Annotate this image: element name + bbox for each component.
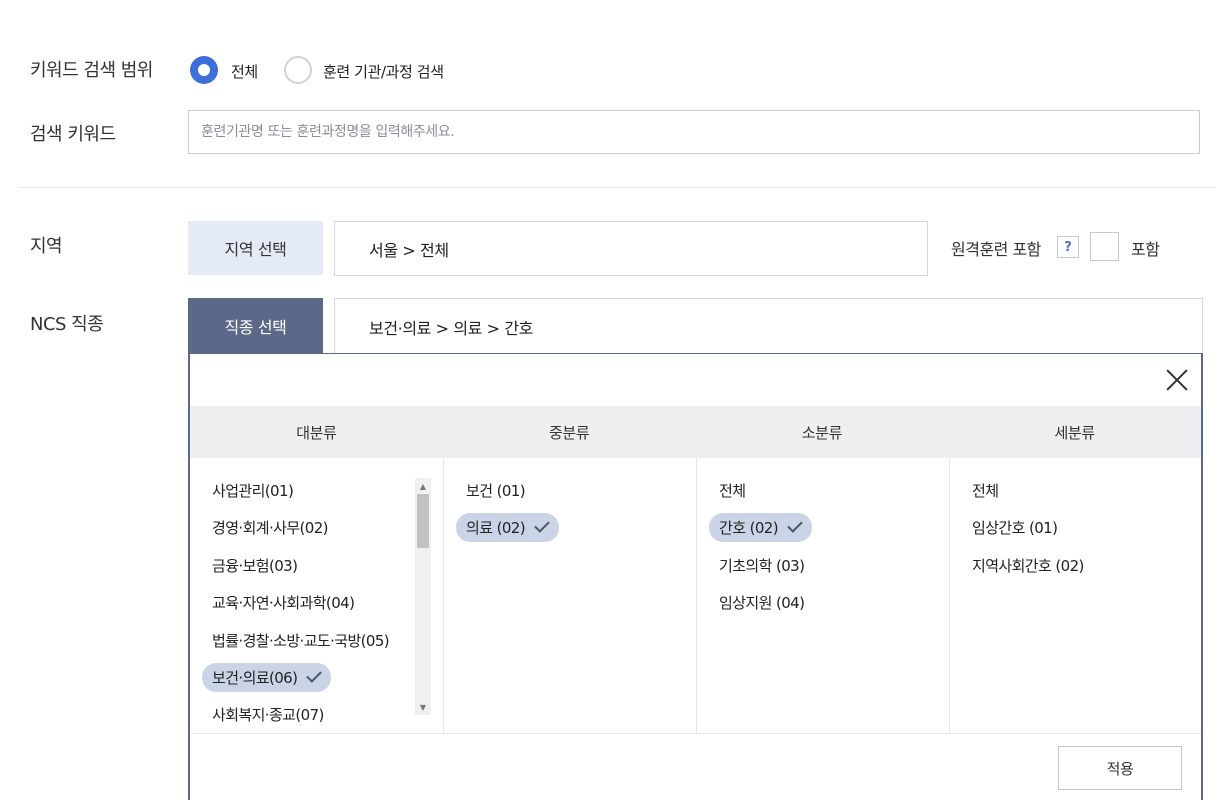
list-item[interactable]: 기초의학 (03) [719, 555, 805, 576]
ncs-label: NCS 직종 [30, 314, 104, 335]
help-icon[interactable]: ? [1057, 236, 1079, 258]
check-icon [787, 517, 803, 533]
detail-column: 전체 임상간호 (01) 지역사회간호 (02) [950, 458, 1201, 733]
region-label: 지역 [30, 236, 63, 257]
list-item[interactable]: 사회복지·종교(07) [212, 704, 324, 725]
middle-column: 보건 (01) 의료 (02) [444, 458, 697, 733]
minor-column: 전체 간호 (02) 기초의학 (03) 임상지원 (04) [697, 458, 950, 733]
remote-training-label: 원격훈련 포함 [951, 240, 1041, 259]
list-item[interactable]: 전체 [972, 480, 999, 501]
radio-institution-course-label[interactable]: 훈련 기관/과정 검색 [323, 61, 444, 82]
major-column: 사업관리(01) 경영·회계·사무(02) 금융·보험(03) 교육·자연·사회… [190, 458, 444, 733]
scrollbar[interactable]: ▲ ▼ [415, 478, 431, 715]
job-value: 보건·의료 > 의료 > 간호 [334, 298, 1203, 354]
list-item[interactable]: 보건 (01) [466, 480, 526, 501]
radio-all[interactable] [190, 56, 218, 84]
check-icon [534, 517, 550, 533]
list-item-selected[interactable]: 보건·의료(06) [202, 663, 332, 692]
list-item[interactable]: 법률·경찰·소방·교도·국방(05) [212, 630, 390, 651]
header-detail: 세분류 [1054, 423, 1096, 442]
list-item-selected[interactable]: 간호 (02) [709, 513, 812, 542]
keyword-label: 검색 키워드 [30, 124, 116, 145]
list-item[interactable]: 전체 [719, 480, 746, 501]
list-item[interactable]: 경영·회계·사무(02) [212, 517, 329, 538]
list-item-selected[interactable]: 의료 (02) [456, 513, 559, 542]
apply-button[interactable]: 적용 [1058, 746, 1182, 790]
list-item[interactable]: 금융·보험(03) [212, 555, 298, 576]
divider [18, 187, 1216, 188]
column-headers: 대분류 중분류 소분류 세분류 [190, 406, 1201, 458]
list-item[interactable]: 지역사회간호 (02) [972, 555, 1084, 576]
ncs-selector-panel: 대분류 중분류 소분류 세분류 사업관리(01) 경영·회계·사무(02) 금융… [188, 353, 1203, 800]
panel-footer: 적용 [190, 733, 1201, 800]
list-item[interactable]: 임상간호 (01) [972, 517, 1058, 538]
header-major: 대분류 [296, 423, 337, 442]
list-item-label: 보건·의료(06) [212, 669, 298, 687]
include-remote-checkbox[interactable] [1090, 232, 1119, 261]
radio-institution-course[interactable] [284, 56, 312, 84]
list-item-label: 간호 (02) [719, 519, 779, 537]
close-icon[interactable] [1162, 365, 1192, 395]
include-label: 포함 [1131, 240, 1160, 259]
list-item[interactable]: 교육·자연·사회과학(04) [212, 592, 355, 613]
list-item[interactable]: 사업관리(01) [212, 480, 294, 501]
check-icon [306, 667, 323, 683]
scroll-up-icon[interactable]: ▲ [415, 478, 431, 494]
scroll-down-icon[interactable]: ▼ [415, 699, 431, 715]
header-minor: 소분류 [801, 423, 843, 442]
region-value: 서울 > 전체 [334, 221, 928, 276]
region-select-button[interactable]: 지역 선택 [188, 221, 323, 275]
list-item[interactable]: 임상지원 (04) [719, 592, 805, 613]
radio-all-label[interactable]: 전체 [231, 61, 258, 82]
keyword-input[interactable] [188, 110, 1200, 154]
job-select-button[interactable]: 직종 선택 [188, 298, 323, 354]
list-item-label: 의료 (02) [466, 519, 526, 537]
scroll-thumb[interactable] [417, 494, 429, 548]
keyword-scope-label: 키워드 검색 범위 [30, 60, 153, 81]
header-middle: 중분류 [549, 423, 590, 442]
